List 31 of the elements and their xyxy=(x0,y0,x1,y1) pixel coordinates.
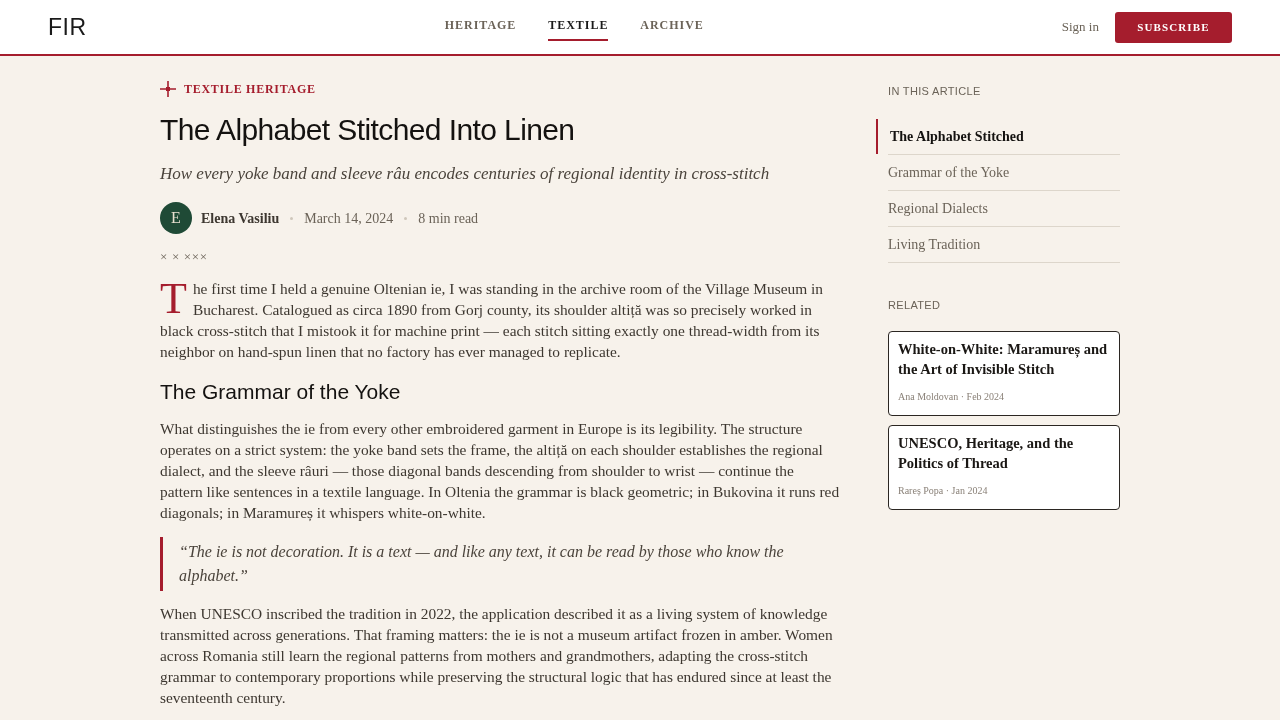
nav-tab[interactable]: ARCHIVE xyxy=(640,16,704,41)
paragraph: When UNESCO inscribed the tradition in 2022, the application described it as a living system of knowledge transmitted across generations. That framing matters: the ie is not a museum artifact frozen in amber. Women across Romania still learn the regional patterns from mothers and grandmothers, adapting the cross-stitch grammar to contemporary proportions while preserving the structural logic that has endured since at least the seventeenth century. xyxy=(160,604,834,708)
logo[interactable]: FIR xyxy=(48,9,87,45)
author-avatar: E xyxy=(160,202,192,234)
related-article-card[interactable]: UNESCO, Heritage, and the Politics of Thread Rareș Popa · Jan 2024 xyxy=(888,425,1120,510)
toc-link[interactable]: The Alphabet Stitched xyxy=(876,119,1120,154)
read-time: 8 min read xyxy=(418,209,479,228)
paragraph: What distinguishes the ie from every other embroidered garment in Europe is its legibility. The structure operates on a strict system: the yoke band sets the frame, the altiță on each shoulder establishes the regional dialect, and the sleeve râuri — those diagonal bands descending from shoulder to wrist — continue the pattern like sentences in a textile language. In Oltenia the grammar is black geometric; in Bukovina it runs red diagonals; in Maramureș it whispers white-on-white. xyxy=(160,419,840,523)
toc-link[interactable]: Living Tradition xyxy=(888,227,1120,262)
pull-quote: “The ie is not decoration. It is a text — and like any text, it can be read by those who know the alphabet.” xyxy=(160,537,840,591)
subscribe-button[interactable]: SUBSCRIBE xyxy=(1115,11,1232,43)
stitch-ornament: × × ××× xyxy=(160,248,208,266)
card-title: White-on-White: Maramureș and the Art of Invisible Stitch xyxy=(898,340,1109,379)
related-article-card[interactable]: White-on-White: Maramureș and the Art of Invisible Stitch Ana Moldovan · Feb 2024 xyxy=(888,331,1120,416)
card-meta: Rareș Popa · Jan 2024 xyxy=(898,484,989,498)
author-name[interactable]: Elena Vasiliu xyxy=(201,207,280,229)
section-heading: The Grammar of the Yoke xyxy=(160,379,402,405)
article-title: The Alphabet Stitched Into Linen xyxy=(160,112,576,148)
nav-tab[interactable]: TEXTILE xyxy=(548,16,609,41)
cross-stitch-icon xyxy=(160,81,176,97)
sign-in-link[interactable]: Sign in xyxy=(1061,17,1099,37)
article-subtitle: How every yoke band and sleeve râu encodes centuries of regional identity in cross-stitch xyxy=(160,163,771,185)
card-meta: Ana Moldovan · Feb 2024 xyxy=(898,390,1006,404)
section-label: RELATED xyxy=(888,298,942,313)
toc-link[interactable]: Grammar of the Yoke xyxy=(888,155,1120,190)
nav-tab[interactable]: HERITAGE xyxy=(444,16,517,41)
publish-date: March 14, 2024 xyxy=(304,209,394,228)
toc-link[interactable]: Regional Dialects xyxy=(888,191,1120,226)
card-title: UNESCO, Heritage, and the Politics of Thread xyxy=(898,434,1075,473)
section-label: IN THIS ARTICLE xyxy=(888,84,982,99)
category-label[interactable]: TEXTILE HERITAGE xyxy=(184,80,316,98)
